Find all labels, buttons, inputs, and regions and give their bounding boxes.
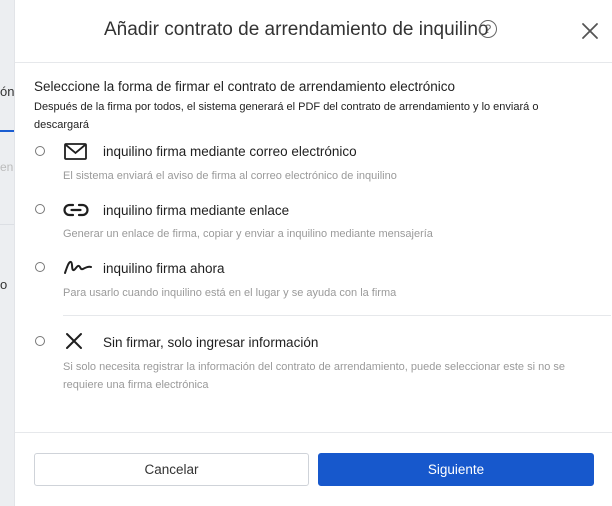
background-app-panel: ón en o (0, 0, 14, 506)
option-sign-now-label: inquilino firma ahora (103, 261, 225, 276)
background-divider (0, 224, 14, 225)
option-no-signature-description: Si solo necesita registrar la informació… (63, 361, 565, 391)
dialog-header: Añadir contrato de arrendamiento de inqu… (15, 0, 612, 62)
option-link-description: Generar un enlace de firma, copiar y env… (63, 228, 433, 240)
section-title: Seleccione la forma de firmar el contrat… (34, 79, 455, 94)
header-divider (15, 62, 612, 63)
add-lease-contract-dialog: Añadir contrato de arrendamiento de inqu… (14, 0, 612, 506)
option-no-signature-label: Sin firmar, solo ingresar información (103, 335, 319, 350)
dialog-title: Añadir contrato de arrendamiento de inqu… (104, 19, 489, 40)
background-faint-label: en (0, 160, 14, 174)
next-button[interactable]: Siguiente (318, 453, 594, 486)
radio-sign-now[interactable] (35, 262, 45, 272)
background-side-label: o (0, 277, 8, 292)
background-tab-underline (0, 130, 14, 132)
radio-email[interactable] (35, 146, 45, 156)
option-link-label: inquilino firma mediante enlace (103, 203, 290, 218)
radio-link[interactable] (35, 204, 45, 214)
options-divider (63, 315, 611, 316)
link-icon (63, 203, 89, 217)
help-icon[interactable]: ? (479, 20, 497, 38)
option-email-description: El sistema enviará el aviso de firma al … (63, 170, 397, 182)
cancel-button[interactable]: Cancelar (34, 453, 309, 486)
signature-icon (64, 260, 92, 274)
radio-no-signature[interactable] (35, 336, 45, 346)
footer-divider (15, 432, 612, 433)
envelope-icon (64, 143, 87, 160)
background-tab-label: ón (0, 84, 14, 99)
option-sign-now-description: Para usarlo cuando inquilino está en el … (63, 287, 397, 299)
option-email-label: inquilino firma mediante correo electrón… (103, 144, 357, 159)
x-icon (66, 333, 82, 349)
section-description: Después de la firma por todos, el sistem… (34, 101, 539, 131)
close-icon[interactable] (581, 22, 599, 40)
